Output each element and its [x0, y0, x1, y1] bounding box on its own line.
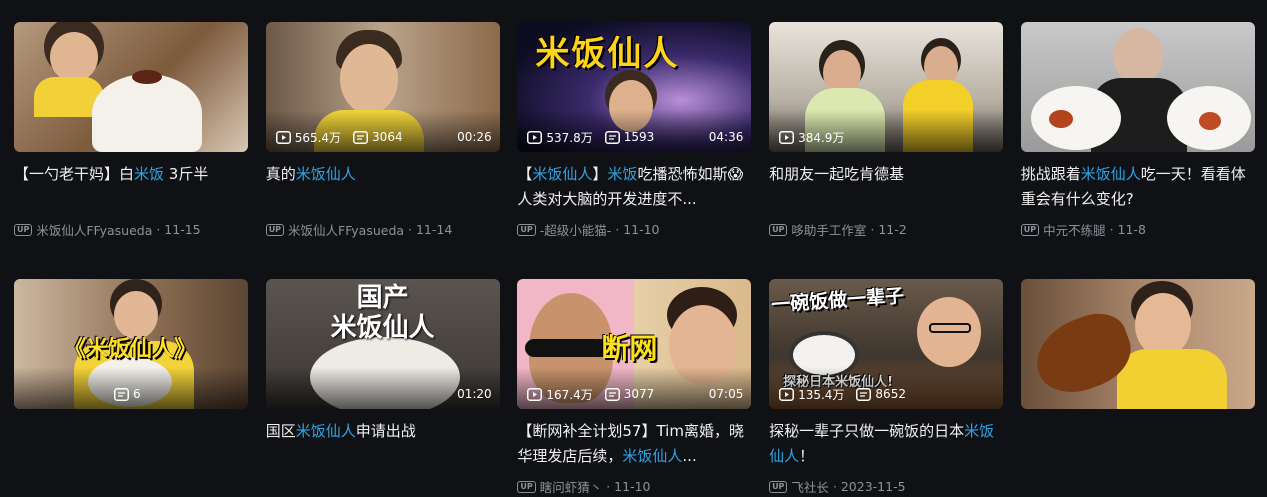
- video-duration: 04:36: [708, 130, 744, 144]
- video-stats: 135.4万 8652: [779, 386, 995, 402]
- video-meta: UP 米饭仙人FFyasueda · 11-15: [14, 220, 201, 239]
- upload-date: 11-10: [623, 222, 660, 237]
- video-stats: 565.4万 3064 00:26: [275, 129, 492, 145]
- video-card[interactable]: 米饭仙人 537.8万 1593 04:36 【米饭仙人】米饭吃播恐怖如斯😱人类…: [517, 22, 752, 280]
- video-thumbnail[interactable]: [14, 22, 248, 152]
- play-icon: [527, 387, 543, 401]
- upload-date: 11-8: [1117, 222, 1146, 237]
- video-meta: UP 瞎问虾猜丶 · 11-10: [517, 477, 651, 496]
- thumbnail-caption: 断网: [601, 332, 658, 365]
- video-meta: UP 飞社长 · 2023-11-5: [769, 477, 906, 496]
- thumbnail-caption: 米饭仙人: [535, 34, 680, 74]
- video-title[interactable]: 探秘一辈子只做一碗饭的日本米饭仙人！: [769, 419, 1003, 469]
- play-icon: [275, 130, 291, 144]
- author-name[interactable]: 哆助手工作室: [791, 220, 866, 239]
- danmaku-icon: [604, 130, 620, 144]
- danmaku-icon: [604, 387, 620, 401]
- danmaku-icon: [114, 387, 129, 401]
- video-card[interactable]: 《米饭仙人》 6: [14, 279, 248, 497]
- video-meta: UP -超级小能猫- · 11-10: [517, 220, 660, 239]
- video-card[interactable]: 一碗饭做一辈子探秘日本米饭仙人! 135.4万 8652 探秘一辈子只做一碗饭的…: [769, 279, 1004, 497]
- thumbnail-caption: 国产 米饭仙人: [330, 283, 435, 343]
- video-thumbnail[interactable]: 565.4万 3064 00:26: [265, 22, 500, 152]
- video-thumbnail[interactable]: 断网 167.4万 3077 07:05: [517, 279, 752, 409]
- video-title[interactable]: 国区米饭仙人申请出战: [266, 419, 500, 469]
- video-title[interactable]: [14, 419, 248, 469]
- video-card[interactable]: 国产 米饭仙人 01:20 国区米饭仙人申请出战: [265, 279, 500, 497]
- up-badge-icon: UP: [265, 223, 285, 236]
- video-stats: 6: [114, 386, 240, 402]
- up-badge-icon: UP: [769, 480, 788, 493]
- author-name[interactable]: -超级小能猫-: [540, 220, 612, 239]
- author-name[interactable]: 米饭仙人FFyasueda: [36, 220, 152, 239]
- video-stats: 384.9万: [779, 129, 995, 145]
- author-name[interactable]: 中元不练腿: [1043, 220, 1106, 239]
- video-card[interactable]: 挑战跟着米饭仙人吃一天！看看体重会有什么变化? UP 中元不练腿 · 11-8: [1020, 22, 1255, 280]
- video-thumbnail[interactable]: 《米饭仙人》 6: [14, 279, 248, 409]
- danmaku-count: 1593: [623, 130, 655, 144]
- video-card[interactable]: 断网 167.4万 3077 07:05 【断网补全计划57】Tim离婚，晓华理…: [517, 279, 752, 497]
- danmaku-icon: [353, 130, 369, 144]
- video-title[interactable]: 【断网补全计划57】Tim离婚，晓华理发店后续，米饭仙人...: [517, 419, 751, 469]
- play-icon: [527, 130, 543, 144]
- video-meta: UP 哆助手工作室 · 11-2: [769, 220, 907, 239]
- video-card[interactable]: 384.9万 和朋友一起吃肯德基 UP 哆助手工作室 · 11-2: [769, 22, 1004, 280]
- view-count: 167.4万: [546, 387, 593, 402]
- video-thumbnail[interactable]: [1020, 22, 1255, 152]
- up-badge-icon: UP: [517, 223, 536, 236]
- video-grid-row-2: 《米饭仙人》 6 国产 米饭仙人 01:20 国区米饭仙人申请出战 断网 167…: [14, 279, 1255, 497]
- video-thumbnail[interactable]: 一碗饭做一辈子探秘日本米饭仙人! 135.4万 8652: [769, 279, 1004, 409]
- view-count: 384.9万: [798, 130, 845, 145]
- author-name[interactable]: 飞社长: [791, 477, 829, 496]
- author-name[interactable]: 米饭仙人FFyasueda: [288, 220, 404, 239]
- upload-date: 11-2: [878, 222, 907, 237]
- video-thumbnail[interactable]: 国产 米饭仙人 01:20: [265, 279, 500, 409]
- video-card[interactable]: 565.4万 3064 00:26 真的米饭仙人 UP 米饭仙人FFyasueda…: [265, 22, 500, 280]
- view-count: 135.4万: [798, 387, 845, 402]
- video-thumbnail[interactable]: 384.9万: [769, 22, 1004, 152]
- danmaku-count: 3077: [623, 387, 655, 401]
- thumbnail-caption-top: 一碗饭做一辈子: [770, 284, 905, 317]
- up-badge-icon: UP: [769, 223, 788, 236]
- upload-date: 11-15: [164, 222, 201, 237]
- up-badge-icon: UP: [1020, 223, 1040, 236]
- play-icon: [779, 130, 795, 144]
- video-title[interactable]: 和朋友一起吃肯德基: [769, 162, 1003, 212]
- upload-date: 11-14: [415, 222, 453, 237]
- view-count: 565.4万: [294, 130, 342, 145]
- video-thumbnail[interactable]: 米饭仙人 537.8万 1593 04:36: [517, 22, 752, 152]
- video-stats: 01:20: [276, 386, 492, 402]
- video-card[interactable]: [1020, 279, 1255, 497]
- danmaku-count: 3064: [372, 130, 403, 144]
- danmaku-count: 8652: [875, 387, 906, 401]
- video-title[interactable]: 真的米饭仙人: [266, 162, 500, 212]
- video-stats: 167.4万 3077 07:05: [527, 386, 743, 402]
- upload-date: 11-10: [614, 479, 651, 494]
- author-name[interactable]: 瞎问虾猜丶: [540, 477, 603, 496]
- video-title[interactable]: 挑战跟着米饭仙人吃一天！看看体重会有什么变化?: [1021, 162, 1255, 212]
- video-duration: 00:26: [457, 130, 492, 144]
- video-card[interactable]: 【一勺老干妈】白米饭 3斤半 UP 米饭仙人FFyasueda · 11-15: [14, 22, 248, 280]
- video-duration: 07:05: [708, 387, 744, 401]
- danmaku-count: 6: [133, 387, 141, 401]
- video-grid: 【一勺老干妈】白米饭 3斤半 UP 米饭仙人FFyasueda · 11-15 5…: [14, 22, 1255, 280]
- play-icon: [779, 387, 795, 401]
- video-stats: 537.8万 1593 04:36: [527, 129, 743, 145]
- video-meta: UP 米饭仙人FFyasueda · 11-14: [265, 220, 453, 239]
- up-badge-icon: UP: [517, 480, 536, 493]
- upload-date: 2023-11-5: [840, 479, 906, 494]
- video-meta: UP 中元不练腿 · 11-8: [1020, 220, 1146, 239]
- video-title[interactable]: 【米饭仙人】米饭吃播恐怖如斯😱人类对大脑的开发进度不...: [517, 162, 751, 212]
- video-title[interactable]: 【一勺老干妈】白米饭 3斤半: [14, 162, 248, 212]
- video-thumbnail[interactable]: [1020, 279, 1255, 409]
- view-count: 537.8万: [546, 130, 593, 145]
- video-duration: 01:20: [457, 387, 492, 401]
- thumbnail-caption: 《米饭仙人》: [64, 337, 197, 362]
- danmaku-icon: [856, 387, 872, 401]
- up-badge-icon: UP: [14, 223, 33, 236]
